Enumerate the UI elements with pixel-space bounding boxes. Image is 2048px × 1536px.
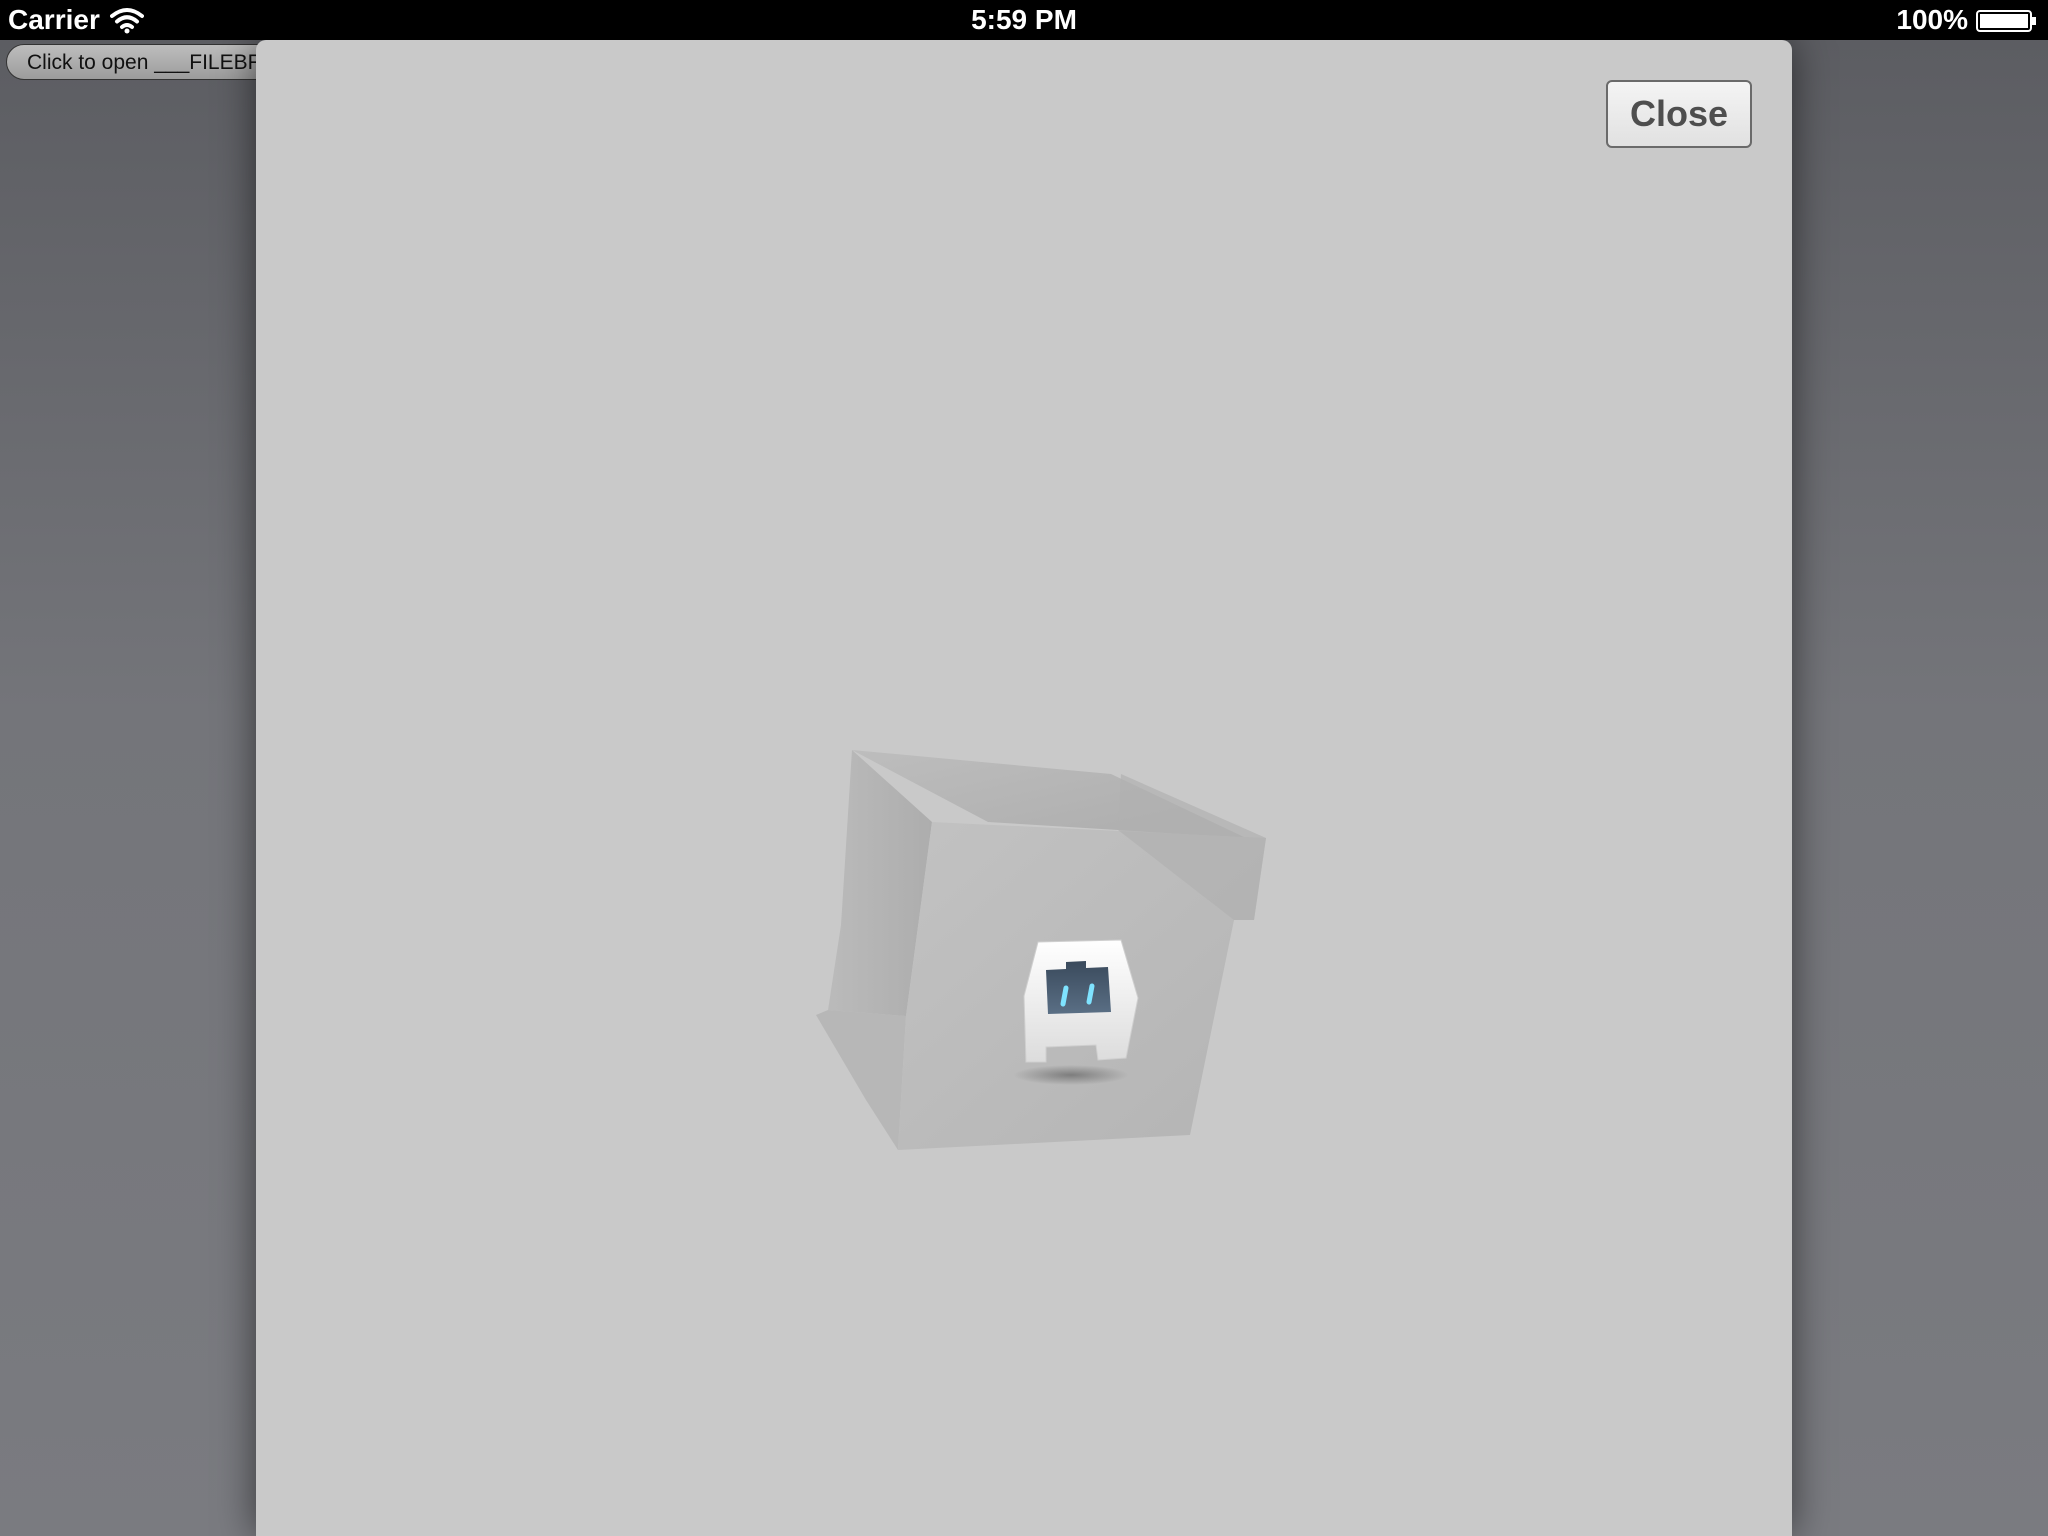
battery-icon: [1976, 10, 2036, 32]
battery-percentage: 100%: [1896, 4, 1968, 35]
status-bar: Carrier 5:59 PM 100%: [0, 0, 2048, 40]
status-time: 5:59 PM: [971, 4, 1077, 35]
modal-sheet: Close: [256, 40, 1792, 1536]
cube-graphic: [816, 750, 1266, 1150]
close-button[interactable]: Close: [1606, 80, 1752, 148]
